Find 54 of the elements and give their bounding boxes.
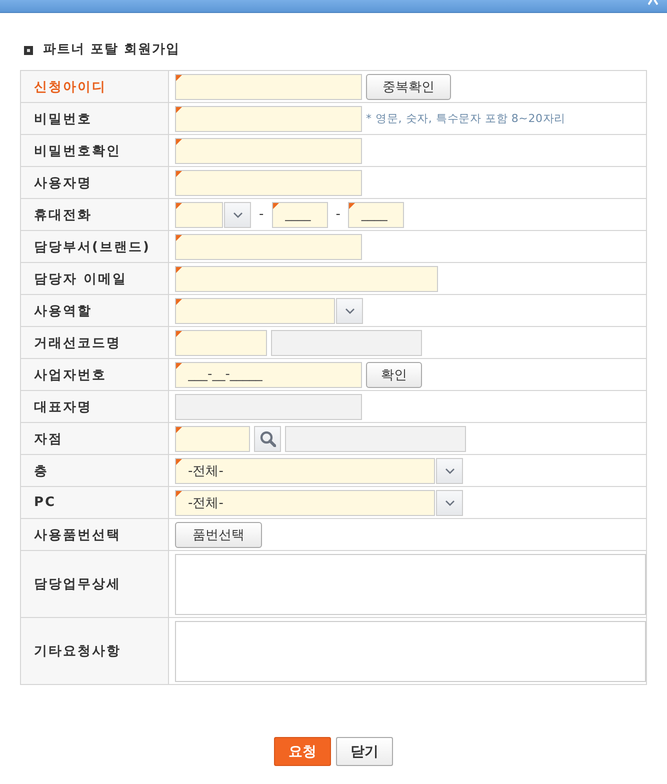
input-field[interactable]: ___-__-_____ [175,362,362,388]
chevron-down-icon [232,212,242,218]
field-label: PC [20,486,168,518]
input-field[interactable] [175,74,362,100]
field-label: 휴대전화 [20,198,168,230]
dropdown-button[interactable] [436,458,463,484]
input-field[interactable] [175,426,250,452]
field-label: 신청아이디 [20,70,168,102]
dropdown-button[interactable] [224,202,251,228]
select-field[interactable]: -전체- [175,490,435,516]
chevron-down-icon [444,468,454,474]
field-label: 담당자 이메일 [20,262,168,294]
textarea-field[interactable] [175,554,646,614]
field-label: 사용자명 [20,166,168,198]
field-label: 대표자명 [20,390,168,422]
select-field[interactable] [175,202,223,228]
textarea-field[interactable] [175,620,646,682]
close-icon[interactable] [648,0,658,5]
section-title: 파트너 포탈 회원가입 [43,43,180,57]
verify-button[interactable]: 확인 [366,362,422,388]
field-label: 비밀번호확인 [20,134,168,166]
close-button[interactable]: 닫기 [336,737,393,766]
input-field[interactable] [175,234,362,260]
search-button[interactable] [254,426,281,452]
input-field[interactable] [175,266,438,292]
separator-text: - [258,207,265,222]
field-label: 비밀번호 [20,102,168,134]
field-label: 자점 [20,422,168,454]
select-field[interactable] [175,298,335,324]
input-field[interactable] [175,138,362,164]
field-label: 담당업무상세 [20,550,168,618]
field-label: 사용품번선택 [20,518,168,550]
dropdown-button[interactable] [436,490,463,516]
input-field[interactable] [175,106,362,132]
input-field[interactable] [175,330,267,356]
field-label: 기타요청사항 [20,618,168,684]
input-field[interactable]: ____ [272,202,328,228]
field-label: 담당부서(브랜드) [20,230,168,262]
chevron-down-icon [344,308,354,314]
password-hint: * 영문, 숫자, 특수문자 포함 8~20자리 [366,111,566,126]
input-field[interactable]: ____ [348,202,404,228]
dropdown-button[interactable] [336,298,363,324]
input-field[interactable] [175,170,362,196]
search-icon [260,430,276,446]
part-select-button[interactable]: 품번선택 [175,522,262,548]
duplicate-check-button[interactable]: 중복확인 [366,74,451,100]
square-bullet-icon [24,46,33,54]
field-label: 거래선코드명 [20,326,168,358]
chevron-down-icon [444,500,454,506]
field-label: 사용역할 [20,294,168,326]
field-label: 사업자번호 [20,358,168,390]
select-field[interactable]: -전체- [175,458,435,484]
separator-text: - [334,207,342,222]
field-label: 층 [20,454,168,486]
